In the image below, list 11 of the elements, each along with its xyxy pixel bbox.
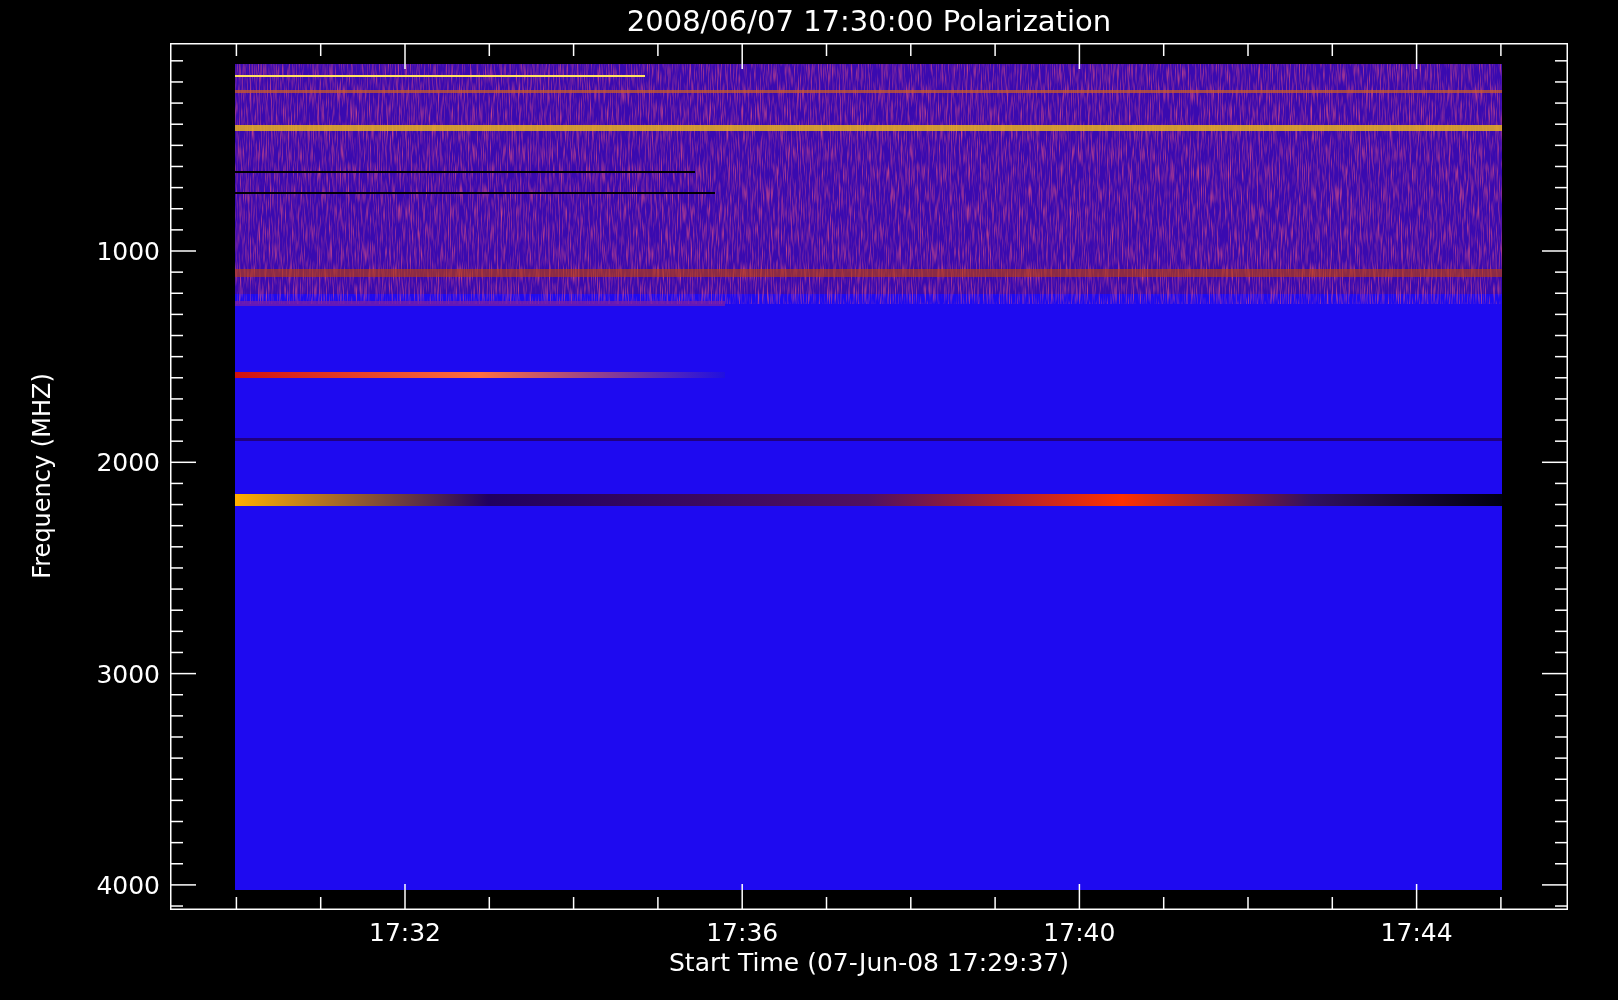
y-tick-label: 1000: [96, 238, 160, 264]
x-tick-label: 17:40: [1043, 920, 1116, 945]
y-tick-label: 2000: [96, 449, 160, 475]
x-tick-label: 17:32: [369, 920, 441, 945]
y-tick-label: 4000: [96, 872, 160, 898]
y-axis-label: Frequency (MHZ): [30, 373, 54, 579]
x-axis-label: Start Time (07-Jun-08 17:29:37): [669, 950, 1069, 975]
x-tick-label: 17:36: [706, 920, 779, 945]
y-tick-label: 3000: [96, 661, 160, 687]
plot-title: 2008/06/07 17:30:00 Polarization: [626, 7, 1112, 36]
x-tick-label: 17:44: [1380, 920, 1453, 945]
